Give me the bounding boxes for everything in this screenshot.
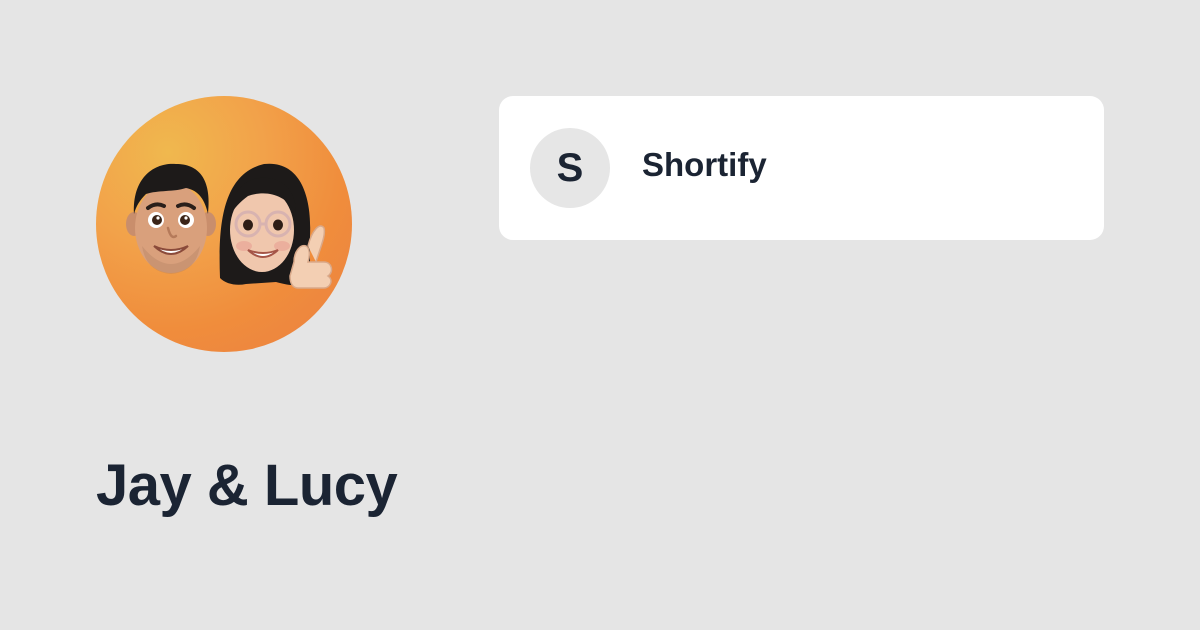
link-card-shortify[interactable]: S Shortify: [499, 96, 1104, 240]
memoji-couple-icon: [126, 163, 333, 289]
profile-avatar: [96, 96, 352, 352]
woman-memoji: [219, 163, 333, 289]
link-label: Shortify: [642, 146, 767, 183]
profile-name: Jay & Lucy: [96, 453, 398, 518]
link-letter-icon: S: [530, 128, 610, 208]
profile-page: Jay & Lucy S Shortify: [0, 0, 1200, 630]
man-memoji: [126, 163, 216, 274]
